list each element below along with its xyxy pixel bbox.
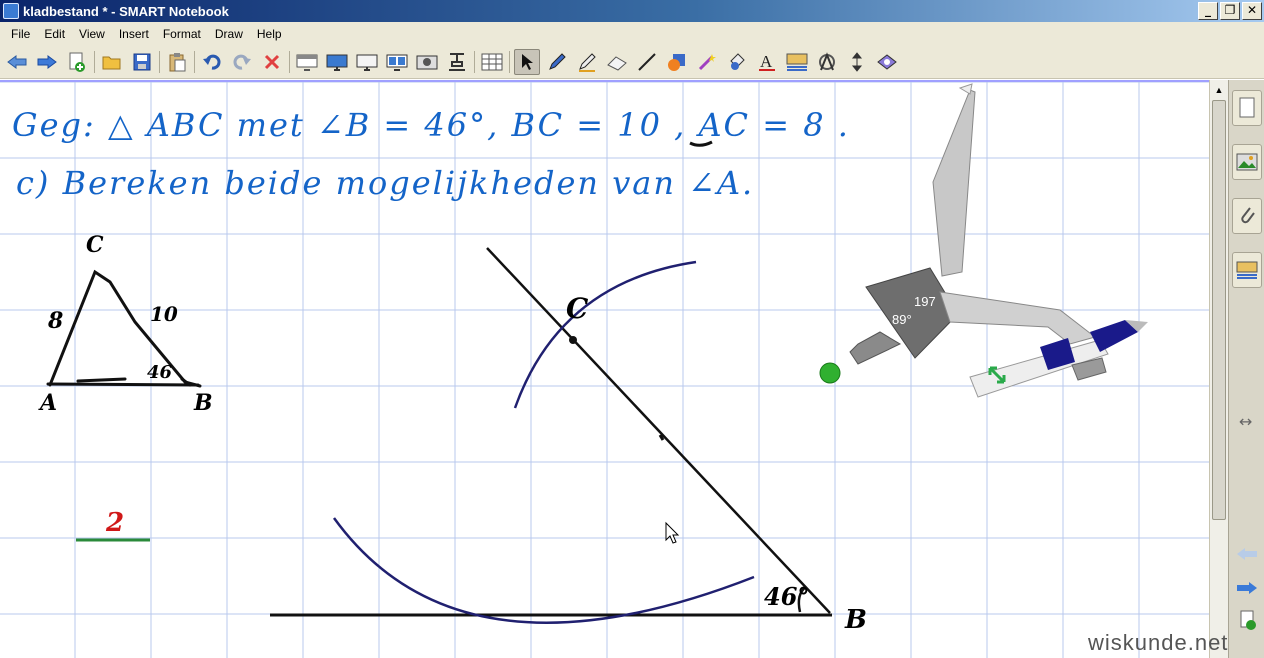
compass-angle-readout: 89°	[892, 312, 912, 327]
undo-icon[interactable]	[199, 49, 225, 75]
main-toolbar: A	[0, 46, 1264, 79]
menu-insert[interactable]: Insert	[112, 27, 156, 41]
attachments-icon[interactable]	[1232, 198, 1262, 234]
compass-radius-readout: 197	[914, 294, 936, 309]
forward-arrow-icon[interactable]	[34, 49, 60, 75]
paste-icon[interactable]	[164, 49, 190, 75]
creative-pen-icon[interactable]	[574, 49, 600, 75]
transparent-background-icon[interactable]	[354, 49, 380, 75]
properties-icon[interactable]	[784, 49, 810, 75]
move-toolbar-icon[interactable]	[844, 49, 870, 75]
delete-icon[interactable]	[259, 49, 285, 75]
next-page-icon[interactable]	[1235, 580, 1259, 601]
menu-format[interactable]: Format	[156, 27, 208, 41]
sketch-angle-B: 46	[147, 362, 173, 383]
measurement-tools-icon[interactable]	[814, 49, 840, 75]
arc-upper	[513, 260, 697, 409]
menu-help[interactable]: Help	[250, 27, 289, 41]
dual-page-icon[interactable]	[384, 49, 410, 75]
side-panel: ↔	[1228, 80, 1264, 658]
menu-file[interactable]: File	[4, 27, 37, 41]
side-add-page-icon[interactable]	[1239, 610, 1257, 635]
menu-draw[interactable]: Draw	[208, 27, 250, 41]
construction-label-C: C	[566, 292, 589, 325]
sketch-label-C: C	[86, 232, 104, 258]
minimize-button[interactable]: _	[1198, 2, 1218, 20]
text-icon[interactable]: A	[754, 49, 780, 75]
resize-arrows-icon[interactable]: ↔	[1239, 412, 1252, 431]
arc-lower	[332, 517, 755, 624]
toolbar-separator	[159, 51, 160, 73]
window-title: kladbestand * - SMART Notebook	[23, 3, 229, 19]
toolbar-separator	[94, 51, 95, 73]
properties-panel-icon[interactable]	[1232, 252, 1262, 288]
watermark: wiskunde.net	[1088, 630, 1229, 655]
screen-shade-icon[interactable]	[294, 49, 320, 75]
full-screen-icon[interactable]	[324, 49, 350, 75]
sketch-side-AC: 8	[48, 308, 64, 334]
line-icon[interactable]	[634, 49, 660, 75]
construction-angle-label: 46°	[764, 582, 810, 611]
restore-button[interactable]: ❐	[1220, 2, 1240, 20]
vertical-scrollbar[interactable]: ▲	[1209, 80, 1228, 658]
addons-icon[interactable]	[874, 49, 900, 75]
fill-icon[interactable]	[724, 49, 750, 75]
mouse-cursor	[665, 521, 680, 544]
open-folder-icon[interactable]	[99, 49, 125, 75]
shape-icon[interactable]	[664, 49, 690, 75]
capture-icon[interactable]	[414, 49, 440, 75]
save-icon[interactable]	[129, 49, 155, 75]
sketch-label-B: B	[194, 390, 213, 416]
table-icon[interactable]	[479, 49, 505, 75]
compass-tool	[849, 83, 1148, 398]
select-arrow-icon[interactable]	[514, 49, 540, 75]
menu-edit[interactable]: Edit	[37, 27, 72, 41]
toolbar-separator	[289, 51, 290, 73]
eraser-icon[interactable]	[604, 49, 630, 75]
smart-notebook-window: kladbestand * - SMART Notebook _ ❐ ✕ Fil…	[0, 0, 1264, 658]
pen-icon[interactable]	[544, 49, 570, 75]
page-sorter-icon[interactable]	[1232, 90, 1262, 126]
window-controls: _ ❐ ✕	[1198, 2, 1262, 20]
red-note: 2	[106, 508, 125, 538]
gallery-icon[interactable]	[1232, 144, 1262, 180]
construction-label-B: B	[845, 605, 867, 635]
back-arrow-icon[interactable]	[4, 49, 30, 75]
add-page-icon[interactable]	[64, 49, 90, 75]
previous-page-icon[interactable]	[1235, 546, 1259, 567]
sketch-label-A: A	[40, 390, 58, 416]
magic-pen-icon[interactable]	[694, 49, 720, 75]
problem-line-given: Geg: △ ABC met ∠B = 46°, BC = 10 , AC = …	[12, 106, 850, 144]
menu-bar: File Edit View Insert Format Draw Help	[0, 22, 1264, 46]
toolbar-separator	[509, 51, 510, 73]
point-C	[569, 336, 577, 344]
sketch-side-BC: 10	[150, 302, 178, 326]
toolbar-separator	[474, 51, 475, 73]
problem-line-question: c) Bereken beide mogelijkheden van ∠A.	[16, 164, 755, 202]
title-bar[interactable]: kladbestand * - SMART Notebook _ ❐ ✕	[0, 0, 1264, 22]
document-camera-icon[interactable]	[444, 49, 470, 75]
close-button[interactable]: ✕	[1242, 2, 1262, 20]
toolbar-separator	[194, 51, 195, 73]
sketch-triangle	[46, 269, 202, 388]
redo-icon[interactable]	[229, 49, 255, 75]
whiteboard-canvas[interactable]: Geg: △ ABC met ∠B = 46°, BC = 10 , AC = …	[0, 80, 1209, 658]
scroll-up-icon[interactable]: ▲	[1211, 82, 1227, 98]
green-dot	[819, 362, 841, 384]
construction-line	[486, 247, 831, 614]
app-icon	[3, 3, 19, 19]
menu-view[interactable]: View	[72, 27, 112, 41]
svg-text:A: A	[760, 52, 773, 71]
scroll-thumb[interactable]	[1212, 100, 1226, 520]
